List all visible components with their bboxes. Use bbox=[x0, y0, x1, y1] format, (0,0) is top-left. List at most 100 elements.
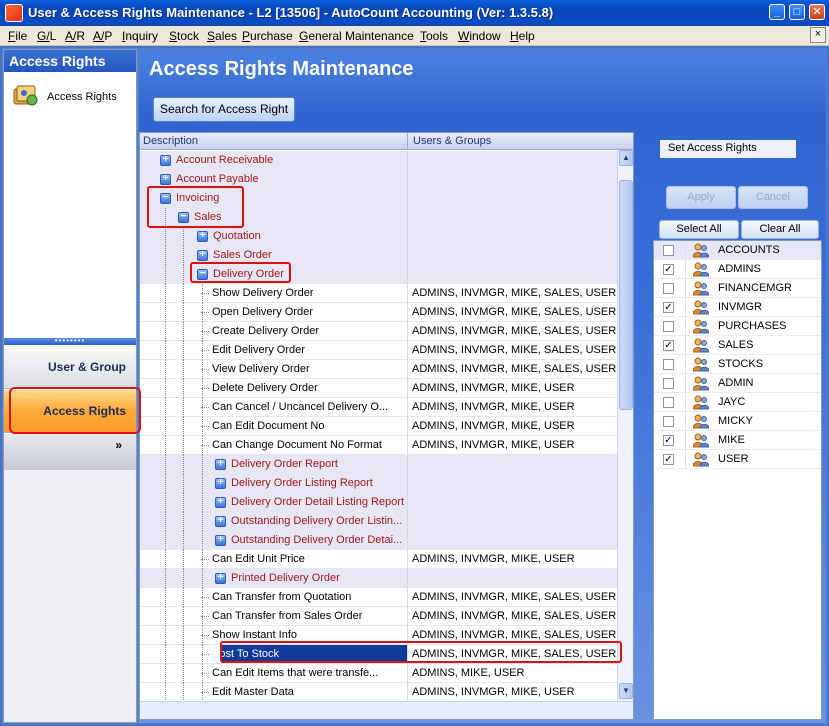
nav-item-access-rights[interactable]: Access Rights bbox=[47, 91, 117, 103]
menu-purchase[interactable]: Purchase bbox=[242, 29, 293, 43]
user-list-item[interactable]: ✓ MIKE bbox=[654, 431, 821, 450]
column-header-users-groups[interactable]: Users & Groups bbox=[413, 135, 491, 147]
tree-row[interactable]: Edit Master Data ADMINS, INVMGR, MIKE, US… bbox=[140, 683, 617, 702]
tree-row[interactable]: Can Edit Unit Price ADMINS, INVMGR, MIKE,… bbox=[140, 550, 617, 569]
menu-sales[interactable]: Sales bbox=[207, 29, 237, 43]
tree-connector bbox=[201, 388, 209, 389]
tree-node-category[interactable]: + Delivery Order Detail Listing Report bbox=[140, 493, 617, 512]
tree-line bbox=[165, 436, 166, 455]
tree-line bbox=[165, 588, 166, 607]
tree-row[interactable]: Can Edit Items that were transfe... ADMIN… bbox=[140, 664, 617, 683]
mdi-close-button[interactable]: × bbox=[810, 27, 826, 43]
user-list-item[interactable]: MICKY bbox=[654, 412, 821, 431]
expand-icon[interactable]: + bbox=[215, 516, 226, 527]
row-description: Can Edit Items that were transfe... bbox=[212, 667, 379, 679]
checkbox-unchecked[interactable] bbox=[663, 283, 674, 294]
clear-all-button[interactable]: Clear All bbox=[741, 220, 819, 239]
user-list-item[interactable]: ✓ USER bbox=[654, 450, 821, 469]
menu-help[interactable]: Help bbox=[510, 29, 535, 43]
user-list-item[interactable]: ✓ SALES bbox=[654, 336, 821, 355]
expand-icon[interactable]: + bbox=[215, 478, 226, 489]
checkbox-checked[interactable]: ✓ bbox=[663, 340, 674, 351]
user-list-item[interactable]: ✓ ADMINS bbox=[654, 260, 821, 279]
expand-icon[interactable]: + bbox=[215, 497, 226, 508]
nav-button-user-group[interactable]: User & Group bbox=[4, 346, 136, 389]
tree-row[interactable]: Open Delivery Order ADMINS, INVMGR, MIKE,… bbox=[140, 303, 617, 322]
cancel-button[interactable]: Cancel bbox=[738, 186, 808, 209]
tree-row[interactable]: Can Change Document No Format ADMINS, INV… bbox=[140, 436, 617, 455]
checkbox-checked[interactable]: ✓ bbox=[663, 435, 674, 446]
tree-node-category[interactable]: + Delivery Order Listing Report bbox=[140, 474, 617, 493]
expand-icon[interactable]: + bbox=[215, 459, 226, 470]
menu-ap[interactable]: A/P bbox=[93, 29, 112, 43]
vertical-scrollbar[interactable]: ▲ ▼ bbox=[617, 150, 633, 701]
nav-more-button[interactable]: » bbox=[4, 434, 136, 470]
tree-row[interactable]: Delete Delivery Order ADMINS, INVMGR, MIK… bbox=[140, 379, 617, 398]
set-access-rights-panel: Set Access Rights Apply Cancel Select Al… bbox=[652, 132, 824, 720]
apply-button[interactable]: Apply bbox=[666, 186, 736, 209]
tree-row[interactable]: Can Cancel / Uncancel Delivery O... ADMIN… bbox=[140, 398, 617, 417]
minimize-button[interactable]: _ bbox=[769, 4, 785, 20]
tree-node-category[interactable]: + Account Receivable bbox=[140, 151, 617, 170]
tree-line bbox=[183, 227, 184, 246]
menu-inquiry[interactable]: Inquiry bbox=[122, 29, 158, 43]
expand-icon[interactable]: + bbox=[197, 231, 208, 242]
menu-general-maintenance[interactable]: General Maintenance bbox=[299, 29, 414, 43]
user-list-item[interactable]: FINANCEMGR bbox=[654, 279, 821, 298]
tree-row[interactable]: Can Transfer from Sales Order ADMINS, INV… bbox=[140, 607, 617, 626]
user-list-item[interactable]: PURCHASES bbox=[654, 317, 821, 336]
tree-node-category[interactable]: + Outstanding Delivery Order Detai... bbox=[140, 531, 617, 550]
menu-stock[interactable]: Stock bbox=[169, 29, 199, 43]
tree-row[interactable]: View Delivery Order ADMINS, INVMGR, MIKE,… bbox=[140, 360, 617, 379]
user-list-item[interactable]: ADMIN bbox=[654, 374, 821, 393]
search-access-right-button[interactable]: Search for Access Right bbox=[153, 97, 295, 122]
tree-row[interactable]: Edit Delivery Order ADMINS, INVMGR, MIKE,… bbox=[140, 341, 617, 360]
checkbox-checked[interactable]: ✓ bbox=[663, 264, 674, 275]
checkbox-unchecked[interactable] bbox=[663, 245, 674, 256]
expand-icon[interactable]: + bbox=[197, 250, 208, 261]
expand-icon[interactable]: + bbox=[160, 174, 171, 185]
menu-tools[interactable]: Tools bbox=[420, 29, 448, 43]
expand-icon[interactable]: + bbox=[160, 155, 171, 166]
maximize-button[interactable]: □ bbox=[789, 4, 805, 20]
user-list-item[interactable]: JAYC bbox=[654, 393, 821, 412]
checkbox-unchecked[interactable] bbox=[663, 416, 674, 427]
checkbox-checked[interactable]: ✓ bbox=[663, 302, 674, 313]
checkbox-unchecked[interactable] bbox=[663, 321, 674, 332]
menu-file[interactable]: File bbox=[8, 29, 27, 43]
menu-gl[interactable]: G/L bbox=[37, 29, 56, 43]
expand-icon[interactable]: + bbox=[215, 573, 226, 584]
menu-ar[interactable]: A/R bbox=[65, 29, 85, 43]
tree-node-category[interactable]: + Delivery Order Report bbox=[140, 455, 617, 474]
tree-node-category[interactable]: + Quotation bbox=[140, 227, 617, 246]
tree-connector bbox=[201, 407, 209, 408]
checkbox-checked[interactable]: ✓ bbox=[663, 454, 674, 465]
tree-line bbox=[183, 341, 184, 360]
menu-window[interactable]: Window bbox=[458, 29, 501, 43]
tree-row[interactable]: Create Delivery Order ADMINS, INVMGR, MIK… bbox=[140, 322, 617, 341]
tree-line bbox=[183, 265, 184, 284]
tree-row[interactable]: Can Transfer from Quotation ADMINS, INVMG… bbox=[140, 588, 617, 607]
scroll-thumb[interactable] bbox=[619, 180, 633, 410]
checkbox-unchecked[interactable] bbox=[663, 378, 674, 389]
row-description: Delivery Order Report bbox=[231, 458, 338, 470]
scroll-down-arrow-icon[interactable]: ▼ bbox=[619, 683, 633, 699]
select-all-button[interactable]: Select All bbox=[659, 220, 739, 239]
tree-node-category[interactable]: + Printed Delivery Order bbox=[140, 569, 617, 588]
user-list-item[interactable]: ACCOUNTS bbox=[654, 241, 821, 260]
tree-row[interactable]: Show Delivery Order ADMINS, INVMGR, MIKE,… bbox=[140, 284, 617, 303]
tree-node-category[interactable]: + Outstanding Delivery Order Listin... bbox=[140, 512, 617, 531]
close-button[interactable]: ✕ bbox=[809, 4, 825, 20]
expand-icon[interactable]: + bbox=[215, 535, 226, 546]
checkbox-unchecked[interactable] bbox=[663, 359, 674, 370]
access-rights-icon[interactable] bbox=[12, 84, 40, 108]
nav-splitter[interactable]: •••••••• bbox=[4, 337, 136, 345]
user-list-item[interactable]: STOCKS bbox=[654, 355, 821, 374]
checkbox-unchecked[interactable] bbox=[663, 397, 674, 408]
tree-row[interactable]: Can Edit Document No ADMINS, INVMGR, MIKE… bbox=[140, 417, 617, 436]
scroll-up-arrow-icon[interactable]: ▲ bbox=[619, 150, 633, 166]
user-list-item[interactable]: ✓ INVMGR bbox=[654, 298, 821, 317]
column-header-description[interactable]: Description bbox=[143, 135, 198, 147]
column-separator bbox=[407, 664, 408, 683]
horizontal-scrollbar[interactable] bbox=[140, 701, 633, 719]
